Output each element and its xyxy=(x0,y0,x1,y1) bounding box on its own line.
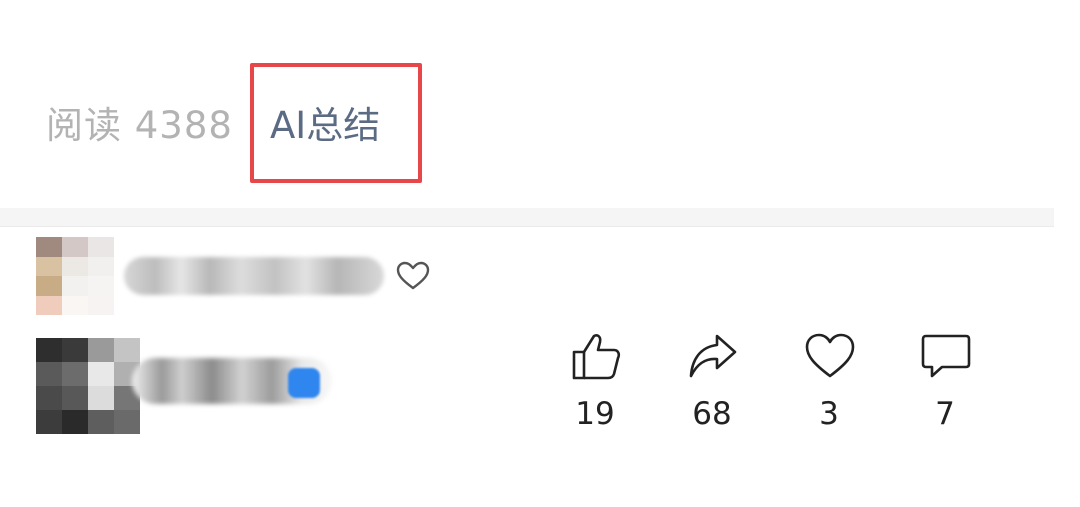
post-info-row: 阅读 4388 AI总结 xyxy=(0,0,1080,210)
verified-badge-icon xyxy=(288,368,320,398)
ai-summary-label: AI总结 xyxy=(270,104,381,147)
heart-icon xyxy=(805,333,855,378)
post-detail-page: 阅读 4388 AI总结 19 68 3 7 xyxy=(0,0,1080,507)
comment-count: 7 xyxy=(935,396,955,432)
comment-bubble-icon xyxy=(921,334,971,378)
share-count: 68 xyxy=(692,396,732,432)
favorite-count: 3 xyxy=(819,396,839,432)
share-arrow-icon xyxy=(689,334,737,378)
avatar[interactable] xyxy=(36,237,114,315)
ai-summary-button[interactable]: AI总结 xyxy=(250,63,422,183)
like-count: 19 xyxy=(575,396,615,432)
avatar[interactable] xyxy=(36,338,140,434)
favorite-button[interactable]: 3 xyxy=(784,330,874,440)
heart-outline-icon[interactable] xyxy=(396,261,430,291)
blurred-username[interactable] xyxy=(124,257,384,295)
thumbs-up-icon xyxy=(572,334,621,380)
share-button[interactable]: 68 xyxy=(667,330,757,440)
commenter-row xyxy=(36,338,356,434)
read-count: 阅读 4388 xyxy=(46,104,233,147)
like-button[interactable]: 19 xyxy=(550,330,640,440)
comment-author-row xyxy=(36,237,556,315)
section-divider xyxy=(0,208,1054,227)
comment-button[interactable]: 7 xyxy=(900,330,990,440)
